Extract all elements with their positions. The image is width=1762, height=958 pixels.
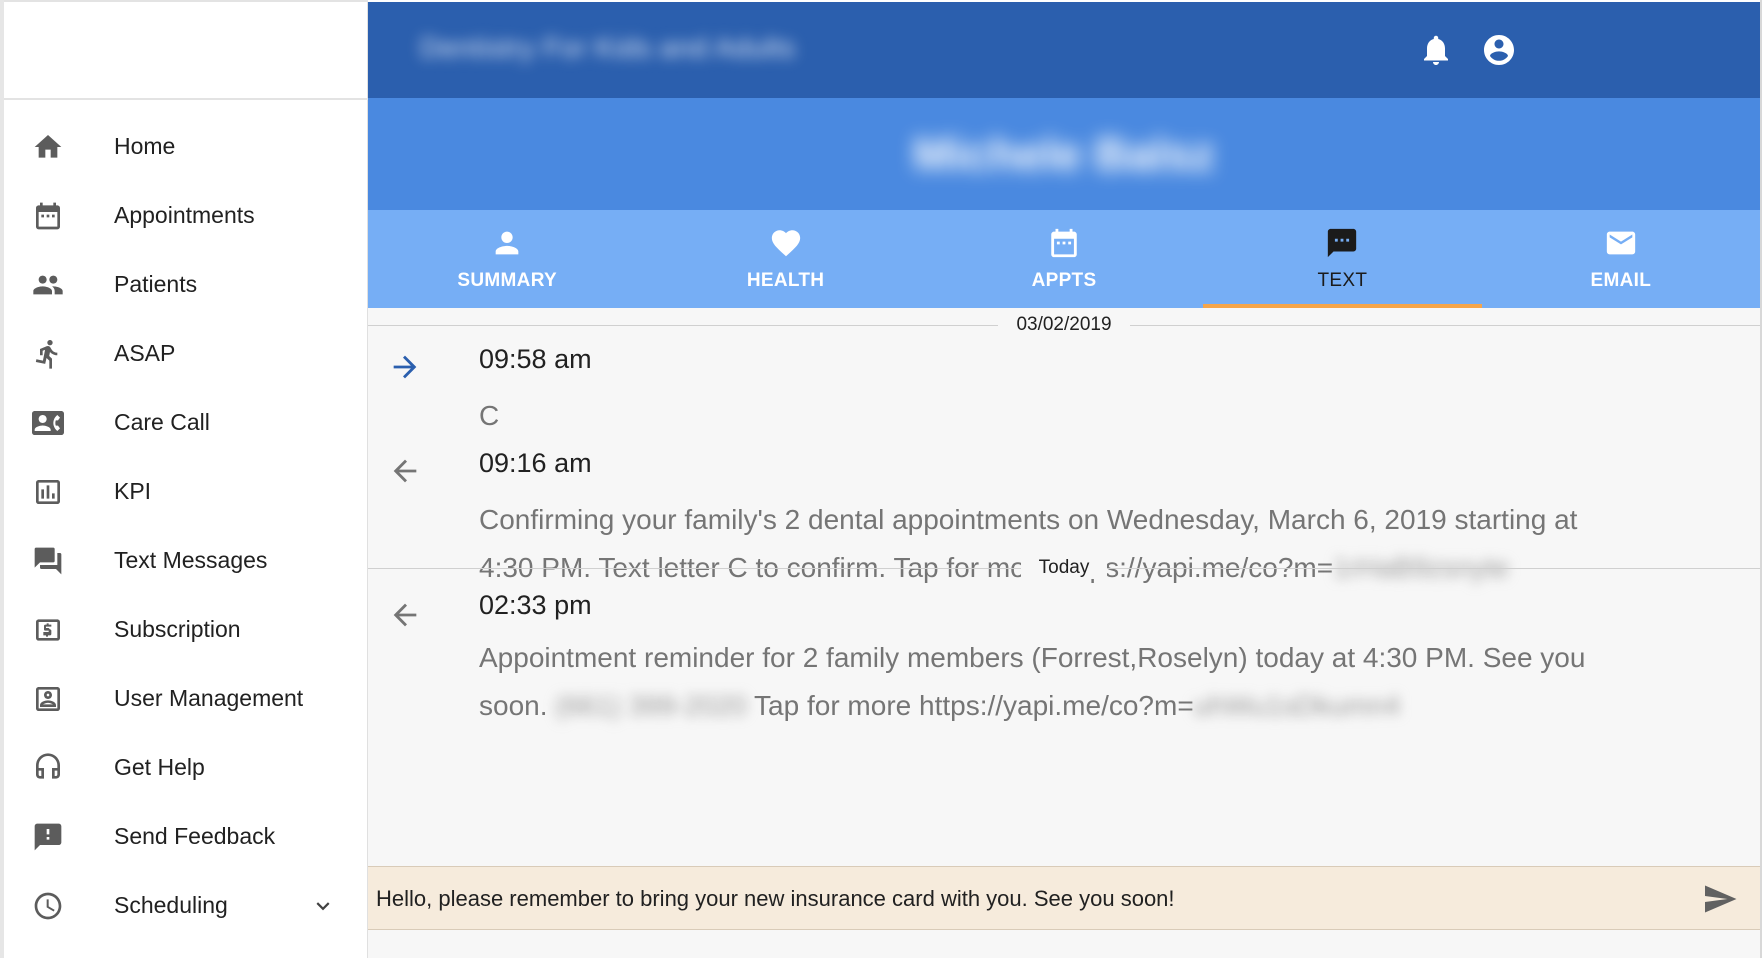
message-thread[interactable]: 03/02/2019 09:58 am C 09:16 am Confirmin… — [368, 308, 1760, 866]
practice-name: Dentistry For Kids and Adults — [420, 32, 796, 63]
date-separator-label: 03/02/2019 — [998, 314, 1130, 336]
sidebar-item-label: Get Help — [114, 754, 205, 780]
message-text: Tap for more https://yapi.me/co?m= — [754, 690, 1194, 721]
sidebar-item-label: User Management — [114, 685, 304, 711]
sidebar: Home Appointments Patients ASAP Care Cal — [0, 0, 368, 958]
feedback-icon — [30, 819, 66, 855]
tab-text[interactable]: TEXT — [1203, 210, 1483, 308]
sidebar-item-label: Appointments — [114, 202, 255, 228]
message-body: C — [479, 400, 500, 431]
tab-label: EMAIL — [1590, 270, 1652, 291]
account-circle-icon[interactable] — [1481, 32, 1517, 68]
sidebar-item-label: ASAP — [114, 340, 176, 366]
dollar-card-icon — [30, 612, 66, 648]
tab-label: SUMMARY — [457, 270, 557, 291]
tab-appts[interactable]: APPTS — [925, 210, 1203, 308]
arrow-right-icon — [388, 350, 422, 384]
sidebar-item-label: Text Messages — [114, 547, 268, 573]
date-separator-label: Today — [1020, 557, 1108, 579]
tab-label: TEXT — [1317, 270, 1368, 291]
tab-summary[interactable]: SUMMARY — [368, 210, 646, 308]
calendar-icon — [1047, 226, 1081, 260]
message-line: Appointment reminder for 2 family member… — [479, 642, 1586, 673]
sidebar-item-scheduling[interactable]: Scheduling — [4, 871, 368, 940]
person-icon — [490, 226, 524, 260]
sidebar-item-label: Send Feedback — [114, 823, 276, 849]
message-body: Appointment reminder for 2 family member… — [479, 634, 1609, 730]
message-time: 09:16 am — [479, 448, 592, 478]
sidebar-item-label: Care Call — [114, 409, 210, 435]
mail-icon — [1604, 226, 1638, 260]
home-icon — [30, 129, 66, 165]
sidebar-item-subscription[interactable]: Subscription — [4, 595, 368, 664]
sidebar-item-appointments[interactable]: Appointments — [4, 181, 368, 250]
bottom-strip — [368, 930, 1760, 958]
chat-bubbles-icon — [30, 543, 66, 579]
user-box-icon — [30, 681, 66, 717]
tab-email[interactable]: EMAIL — [1482, 210, 1760, 308]
sidebar-item-send-feedback[interactable]: Send Feedback — [4, 802, 368, 871]
sidebar-item-label: KPI — [114, 478, 152, 504]
arrow-left-icon — [388, 454, 422, 488]
running-person-icon — [30, 336, 66, 372]
message-line: Confirming your family's 2 dental appoin… — [479, 504, 1578, 535]
arrow-left-icon — [388, 598, 422, 632]
sidebar-logo-area — [4, 0, 368, 100]
sidebar-item-label: Scheduling — [114, 892, 228, 918]
sidebar-item-asap[interactable]: ASAP — [4, 319, 368, 388]
sidebar-item-label: Patients — [114, 271, 198, 297]
date-separator: Today — [368, 556, 1760, 580]
message-time: 02:33 pm — [479, 590, 592, 620]
clock-icon — [30, 888, 66, 924]
tab-health[interactable]: HEALTH — [646, 210, 924, 308]
message-time: 09:58 am — [479, 344, 592, 374]
headset-icon — [30, 750, 66, 786]
bar-chart-icon — [30, 474, 66, 510]
message-icon — [1325, 226, 1359, 260]
people-icon — [30, 267, 66, 303]
bell-icon[interactable] — [1418, 32, 1454, 68]
redacted-phone: (661) 399-2020 — [555, 690, 747, 721]
sidebar-item-home[interactable]: Home — [4, 112, 368, 181]
heart-icon — [769, 226, 803, 260]
sidebar-nav: Home Appointments Patients ASAP Care Cal — [4, 112, 368, 940]
message-input[interactable] — [376, 877, 1666, 921]
message-line: soon. (661) 399-2020 Tap for more https:… — [479, 682, 1609, 730]
patient-tabs: SUMMARY HEALTH APPTS TEXT EMAIL — [368, 210, 1760, 308]
sidebar-item-label: Subscription — [114, 616, 241, 642]
chevron-down-icon[interactable] — [310, 893, 336, 919]
patient-banner: Michele Balsz — [368, 98, 1760, 210]
sidebar-item-kpi[interactable]: KPI — [4, 457, 368, 526]
contact-phone-icon — [30, 405, 66, 441]
redacted-code: uhWu1sDkumn4 — [1193, 690, 1401, 721]
app-header: Dentistry For Kids and Adults — [368, 2, 1760, 98]
tab-label: HEALTH — [746, 270, 825, 291]
calendar-icon — [30, 198, 66, 234]
sidebar-item-care-call[interactable]: Care Call — [4, 388, 368, 457]
sidebar-item-text-messages[interactable]: Text Messages — [4, 526, 368, 595]
date-separator: 03/02/2019 — [368, 313, 1760, 337]
sidebar-item-get-help[interactable]: Get Help — [4, 733, 368, 802]
sidebar-item-patients[interactable]: Patients — [4, 250, 368, 319]
sidebar-item-user-management[interactable]: User Management — [4, 664, 368, 733]
sidebar-item-label: Home — [114, 133, 176, 159]
patient-name: Michele Balsz — [913, 128, 1215, 180]
tab-label: APPTS — [1031, 270, 1097, 291]
message-text: soon. — [479, 690, 548, 721]
message-composer — [368, 866, 1760, 930]
send-icon[interactable] — [1702, 881, 1738, 917]
